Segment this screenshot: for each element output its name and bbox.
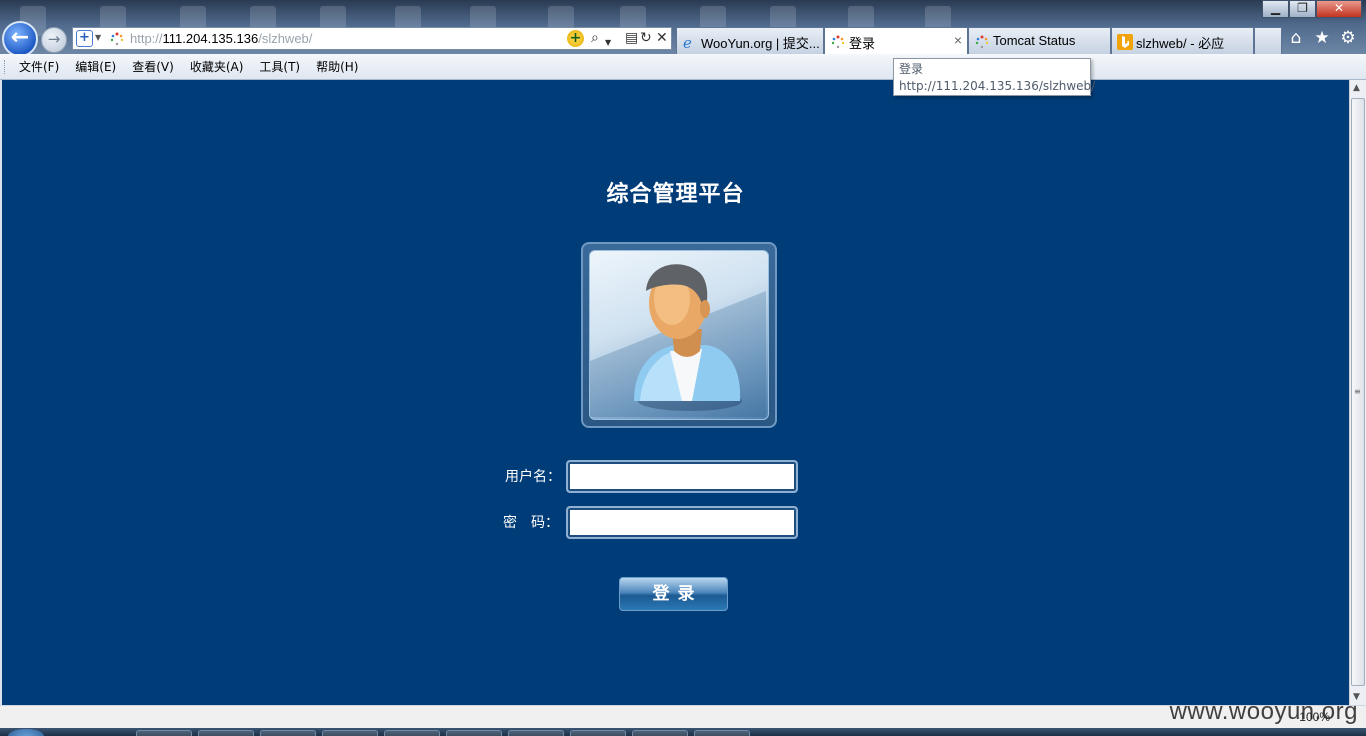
taskbar-button[interactable] — [570, 730, 626, 736]
menu-help[interactable]: 帮助(H) — [310, 58, 364, 75]
start-button[interactable] — [8, 729, 44, 736]
add-on-icon[interactable]: + — [567, 30, 584, 47]
taskbar-button[interactable] — [136, 730, 192, 736]
chevron-down-icon[interactable]: ▼ — [95, 33, 101, 42]
gear-icon[interactable]: ⚙ — [1340, 28, 1356, 48]
new-tab-button[interactable] — [1254, 27, 1282, 54]
page-content: 综合管理平台 用户名： 密 码： 登录 — [0, 80, 1349, 705]
loading-icon — [975, 35, 989, 49]
tab-wooyun[interactable]: e WooYun.org | 提交... — [676, 27, 824, 54]
tab-tomcat-status[interactable]: Tomcat Status — [968, 27, 1111, 54]
forward-button[interactable]: → — [41, 27, 67, 53]
loading-icon — [831, 35, 845, 49]
avatar — [589, 250, 769, 420]
tab-label: WooYun.org | 提交... — [701, 36, 820, 51]
menu-view[interactable]: 查看(V) — [126, 58, 180, 75]
maximize-button[interactable]: ❐ — [1289, 0, 1316, 18]
chevron-down-icon[interactable]: ▼ — [605, 34, 611, 51]
avatar-frame — [581, 242, 777, 428]
taskbar-button[interactable] — [446, 730, 502, 736]
menu-file[interactable]: 文件(F) — [13, 58, 65, 75]
login-button[interactable]: 登录 — [619, 577, 728, 611]
watermark: www.wooyun.org — [1169, 698, 1358, 725]
tab-label: slzhweb/ - 必应 — [1136, 36, 1225, 51]
bing-icon — [1117, 34, 1133, 50]
scroll-thumb[interactable]: ≡ — [1351, 98, 1365, 686]
taskbar-button[interactable] — [322, 730, 378, 736]
tooltip-url: http://111.204.135.136/slzhweb/ — [899, 79, 1096, 93]
minimize-button[interactable]: ▁ — [1262, 0, 1289, 18]
username-field[interactable] — [566, 460, 798, 493]
stop-icon[interactable]: ✕ — [656, 30, 668, 47]
arrow-right-icon: → — [47, 30, 61, 48]
home-icon[interactable]: ⌂ — [1288, 28, 1304, 48]
taskbar-button[interactable] — [384, 730, 440, 736]
svg-text:e: e — [683, 34, 692, 50]
taskbar-button[interactable] — [632, 730, 688, 736]
taskbar — [0, 728, 1366, 736]
tab-tooltip: 登录 http://111.204.135.136/slzhweb/ — [893, 58, 1096, 96]
ie-icon: e — [683, 34, 692, 50]
menu-tools[interactable]: 工具(T) — [253, 58, 306, 75]
menu-bar: 文件(F) 编辑(E) 查看(V) 收藏夹(A) 工具(T) 帮助(H) — [0, 54, 1366, 80]
favorites-star-icon[interactable]: ★ — [1314, 28, 1330, 48]
tooltip-title: 登录 — [899, 62, 924, 76]
taskbar-button[interactable] — [508, 730, 564, 736]
status-bar: 100% www.wooyun.org — [0, 698, 1366, 728]
search-icon[interactable]: ⌕ — [591, 30, 599, 47]
window-controls: ▁ ❐ ✕ — [1262, 0, 1362, 18]
menu-edit[interactable]: 编辑(E) — [69, 58, 122, 75]
tab-label: 登录 — [849, 36, 876, 51]
tab-label: Tomcat Status — [993, 33, 1076, 48]
taskbar-button[interactable] — [260, 730, 316, 736]
user-avatar-icon — [590, 264, 766, 417]
compatibility-view-icon[interactable]: + — [76, 30, 93, 47]
refresh-icon[interactable]: ↻ — [640, 30, 652, 47]
password-label: 密 码： — [503, 515, 559, 531]
close-icon[interactable]: × — [954, 32, 962, 48]
back-button[interactable]: ← — [2, 21, 38, 54]
tab-login[interactable]: 登录 × — [824, 27, 968, 54]
browser-toolbar: ⌂ ★ ⚙ — [1288, 28, 1356, 50]
loading-icon — [110, 32, 124, 46]
grip-icon: ≡ — [1354, 387, 1361, 396]
compatibility-icon[interactable]: ▤ — [625, 30, 638, 47]
vertical-scrollbar[interactable]: ▲ ≡ ▼ — [1349, 80, 1366, 705]
scroll-up-arrow-icon[interactable]: ▲ — [1353, 83, 1360, 93]
taskbar-button[interactable] — [694, 730, 750, 736]
tab-bing[interactable]: slzhweb/ - 必应 — [1111, 27, 1254, 54]
close-window-button[interactable]: ✕ — [1316, 0, 1362, 18]
username-label: 用户名： — [505, 469, 561, 485]
taskbar-button[interactable] — [198, 730, 254, 736]
password-field[interactable] — [566, 506, 798, 539]
browser-title-bar: ▁ ❐ ✕ ← → + ▼ http://111.204.135.136/slz… — [0, 0, 1366, 54]
menu-favorites[interactable]: 收藏夹(A) — [184, 58, 250, 75]
url-text[interactable]: http://111.204.135.136/slzhweb/ — [130, 31, 312, 46]
page-title: 综合管理平台 — [606, 181, 745, 207]
menu-grip — [4, 60, 7, 74]
arrow-left-icon: ← — [10, 25, 30, 50]
address-bar[interactable]: + ▼ http://111.204.135.136/slzhweb/ + ⌕ … — [72, 27, 672, 50]
